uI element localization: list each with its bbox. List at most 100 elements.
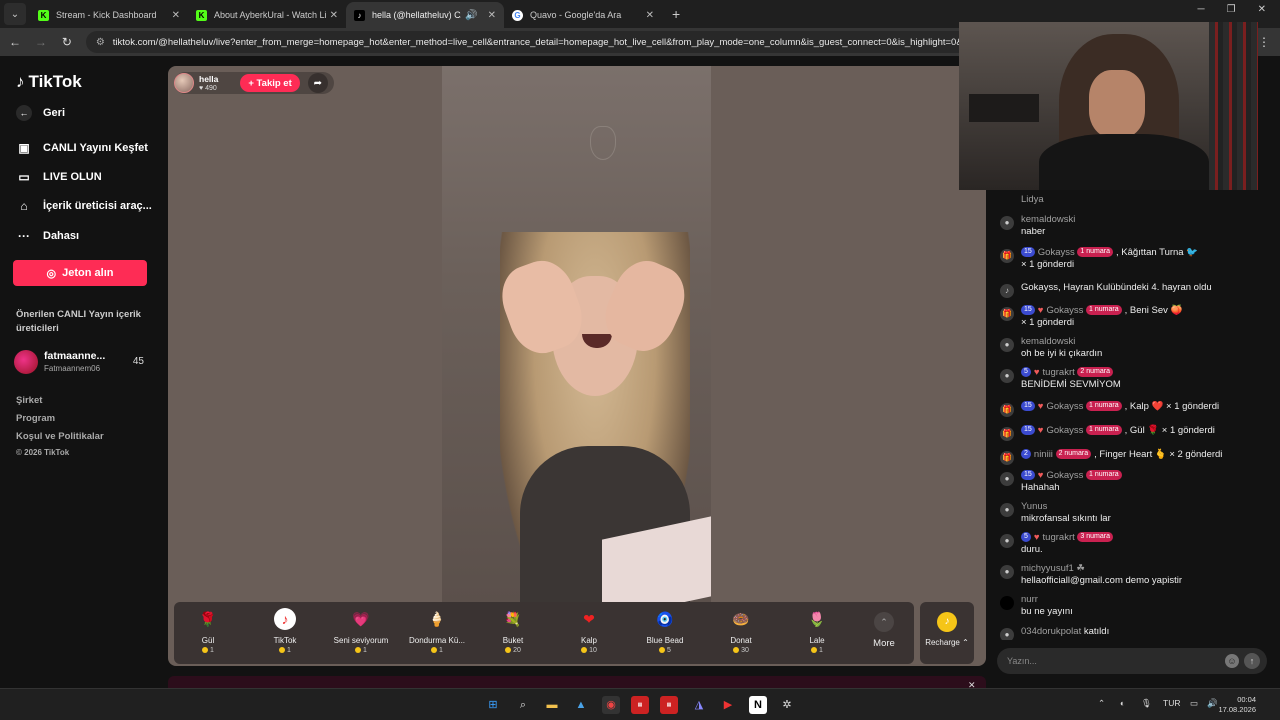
follow-button[interactable]: + Takip et — [240, 74, 300, 92]
gift-item-tulip[interactable]: 🌷 Lale 1 — [785, 608, 849, 654]
sidebar-item-more[interactable]: ··· Dahası — [16, 229, 79, 243]
footer-link-terms[interactable]: Koşul ve Politikalar — [16, 431, 104, 442]
forward-arrow-icon[interactable]: → — [28, 35, 54, 49]
tab-kick-ayberkural[interactable]: K About AyberkUral - Watch Live ✕ — [188, 2, 346, 28]
chat-username[interactable]: 034dorukpolat — [1021, 626, 1081, 637]
fan-badge: 1 numara — [1086, 425, 1122, 436]
notion-icon[interactable]: N — [749, 696, 767, 714]
close-tab-icon[interactable]: ✕ — [646, 10, 654, 21]
chat-username[interactable]: kemaldowski — [1021, 214, 1270, 226]
sidebar-item-label: LIVE OLUN — [43, 171, 102, 183]
youtube-icon[interactable]: ▶ — [719, 696, 737, 714]
avatar[interactable]: ● — [1000, 503, 1014, 517]
chat-gift-message: 🎁 2 niniii 2 numara, Finger Heart 🫰 × 2 g… — [1000, 449, 1270, 465]
network-icon[interactable]: ▭ — [1190, 698, 1198, 709]
avatar[interactable]: ● — [1000, 628, 1014, 640]
emoji-icon[interactable]: ☺ — [1225, 654, 1239, 668]
more-gifts-button[interactable]: ⌃ More — [864, 612, 904, 649]
avatar[interactable]: ● — [1000, 472, 1014, 486]
recharge-button[interactable]: ♪ Recharge ⌃ — [920, 602, 974, 664]
host-avatar[interactable] — [174, 73, 194, 93]
discord-icon[interactable]: ◐ — [1120, 698, 1125, 708]
tiktok-logo[interactable]: ♪ TikTok — [16, 72, 82, 92]
share-icon[interactable]: ➦ — [307, 73, 328, 93]
gift-item-ice-cream[interactable]: 🍦 Dondurma Kü... 1 — [405, 608, 469, 654]
footer-link-company[interactable]: Şirket — [16, 395, 42, 406]
chat-username[interactable]: nurr — [1021, 594, 1270, 606]
avatar[interactable]: ● — [1000, 216, 1014, 230]
close-tab-icon[interactable]: ✕ — [488, 10, 496, 21]
fan-heart-icon: ♥ — [1037, 470, 1044, 481]
close-tab-icon[interactable]: ✕ — [172, 10, 180, 21]
app-icon[interactable]: ▦ — [660, 696, 678, 714]
app-icon[interactable]: ▦ — [631, 696, 649, 714]
reload-icon[interactable]: ↻ — [54, 35, 80, 49]
gift-item-rose[interactable]: 🌹 Gül 1 — [176, 608, 240, 654]
chat-username[interactable]: Gokayss — [1046, 401, 1083, 412]
gift-item-donut[interactable]: 🍩 Donat 30 — [709, 608, 773, 654]
back-arrow-icon[interactable]: ← — [2, 35, 28, 49]
app-icon[interactable]: ◮ — [690, 696, 708, 714]
language-indicator[interactable]: TUR — [1163, 698, 1180, 708]
avatar[interactable] — [1000, 596, 1014, 610]
file-explorer-icon[interactable]: ▬ — [543, 696, 561, 714]
gift-item-love-you[interactable]: 💗 Seni seviyorum 1 — [329, 608, 393, 654]
tab-kick-dashboard[interactable]: K Stream - Kick Dashboard ✕ — [30, 2, 188, 28]
gift-item-bouquet[interactable]: 💐 Buket 20 — [481, 608, 545, 654]
volume-icon[interactable]: 🔊 — [1207, 698, 1218, 709]
new-tab-icon[interactable]: + — [672, 6, 680, 22]
sidebar-item-go-live[interactable]: ▭ LIVE OLUN — [16, 170, 102, 184]
avatar[interactable]: ● — [1000, 338, 1014, 352]
gift-item-tiktok[interactable]: ♪ TikTok 1 — [253, 608, 317, 654]
live-video[interactable] — [442, 66, 711, 602]
logo-text: TikTok — [28, 72, 82, 91]
get-coins-button[interactable]: ◎ Jeton alın — [13, 260, 147, 286]
back-button[interactable]: ← Geri — [16, 105, 65, 121]
gift-item-blue-bead[interactable]: 🧿 Blue Bead 5 — [633, 608, 697, 654]
tab-google-search[interactable]: G Quavo - Google'da Ara ✕ — [504, 2, 662, 28]
avatar[interactable]: ● — [1000, 369, 1014, 383]
minimize-icon[interactable]: ─ — [1198, 4, 1205, 15]
sidebar-item-explore-live[interactable]: ▣ CANLI Yayını Keşfet — [16, 141, 148, 155]
close-tab-icon[interactable]: ✕ — [330, 10, 338, 21]
chat-username[interactable]: Gokayss — [1046, 425, 1083, 436]
tab-tiktok-live[interactable]: ♪ hella (@hellatheluv) CANLI 🔊 ✕ — [346, 2, 504, 28]
windows-start-icon[interactable]: ⊞ — [484, 696, 502, 714]
chevron-up-icon[interactable]: ⌃ — [1098, 698, 1105, 709]
gift-item-heart[interactable]: ❤ Kalp 10 — [557, 608, 621, 654]
browser-menu-icon[interactable]: ⋮ — [1258, 35, 1270, 49]
tab-search-icon[interactable]: ⌄ — [4, 3, 26, 25]
suggested-creator-item[interactable]: fatmaanne... Fatmaannem06 45 — [14, 348, 146, 376]
tiktok-gift-icon: ♪ — [274, 608, 296, 630]
blue-bead-icon: 🧿 — [656, 611, 674, 627]
microphone-icon[interactable]: 🎙 — [1141, 698, 1152, 709]
chat-username[interactable]: Gokayss — [1038, 247, 1075, 258]
chat-username[interactable]: niniii — [1034, 449, 1053, 460]
search-icon[interactable]: ⌕ — [514, 696, 532, 714]
speaker-icon[interactable]: 🔊 — [465, 10, 477, 21]
host-name[interactable]: hella — [199, 74, 218, 84]
chat-username[interactable]: michyyusuf1 ☘ — [1021, 563, 1270, 575]
chat-text: × 1 gönderdi — [1021, 317, 1075, 328]
chat-username[interactable]: Gokayss — [1046, 305, 1083, 316]
site-info-icon[interactable]: ⚙ — [96, 37, 105, 48]
tab-title: Quavo - Google'da Ara — [530, 10, 622, 20]
chat-username[interactable]: kemaldowski — [1021, 336, 1270, 348]
restore-icon[interactable]: ❐ — [1227, 4, 1236, 15]
chat-username[interactable]: tugrakrt — [1043, 367, 1075, 378]
close-window-icon[interactable]: ✕ — [1258, 4, 1266, 15]
chat-username[interactable]: Gokayss — [1046, 470, 1083, 481]
chat-input[interactable]: Yazın... ☺ ↑ — [997, 648, 1267, 674]
avatar[interactable]: ● — [1000, 565, 1014, 579]
clock[interactable]: 00:04 17.08.2026 — [1218, 695, 1256, 715]
footer-link-program[interactable]: Program — [16, 413, 55, 424]
chat-text: Hahahah — [1021, 482, 1060, 493]
send-icon[interactable]: ↑ — [1244, 653, 1260, 669]
chat-username[interactable]: tugrakrt — [1043, 532, 1075, 543]
sidebar-item-creator-tools[interactable]: ⌂ İçerik üreticisi araç... — [16, 199, 151, 213]
photos-icon[interactable]: ▲ — [572, 696, 590, 714]
chrome-icon[interactable]: ◉ — [602, 696, 620, 714]
chat-username[interactable]: Yunus — [1021, 501, 1270, 513]
app-icon[interactable]: ✲ — [778, 696, 796, 714]
avatar[interactable]: ● — [1000, 534, 1014, 548]
